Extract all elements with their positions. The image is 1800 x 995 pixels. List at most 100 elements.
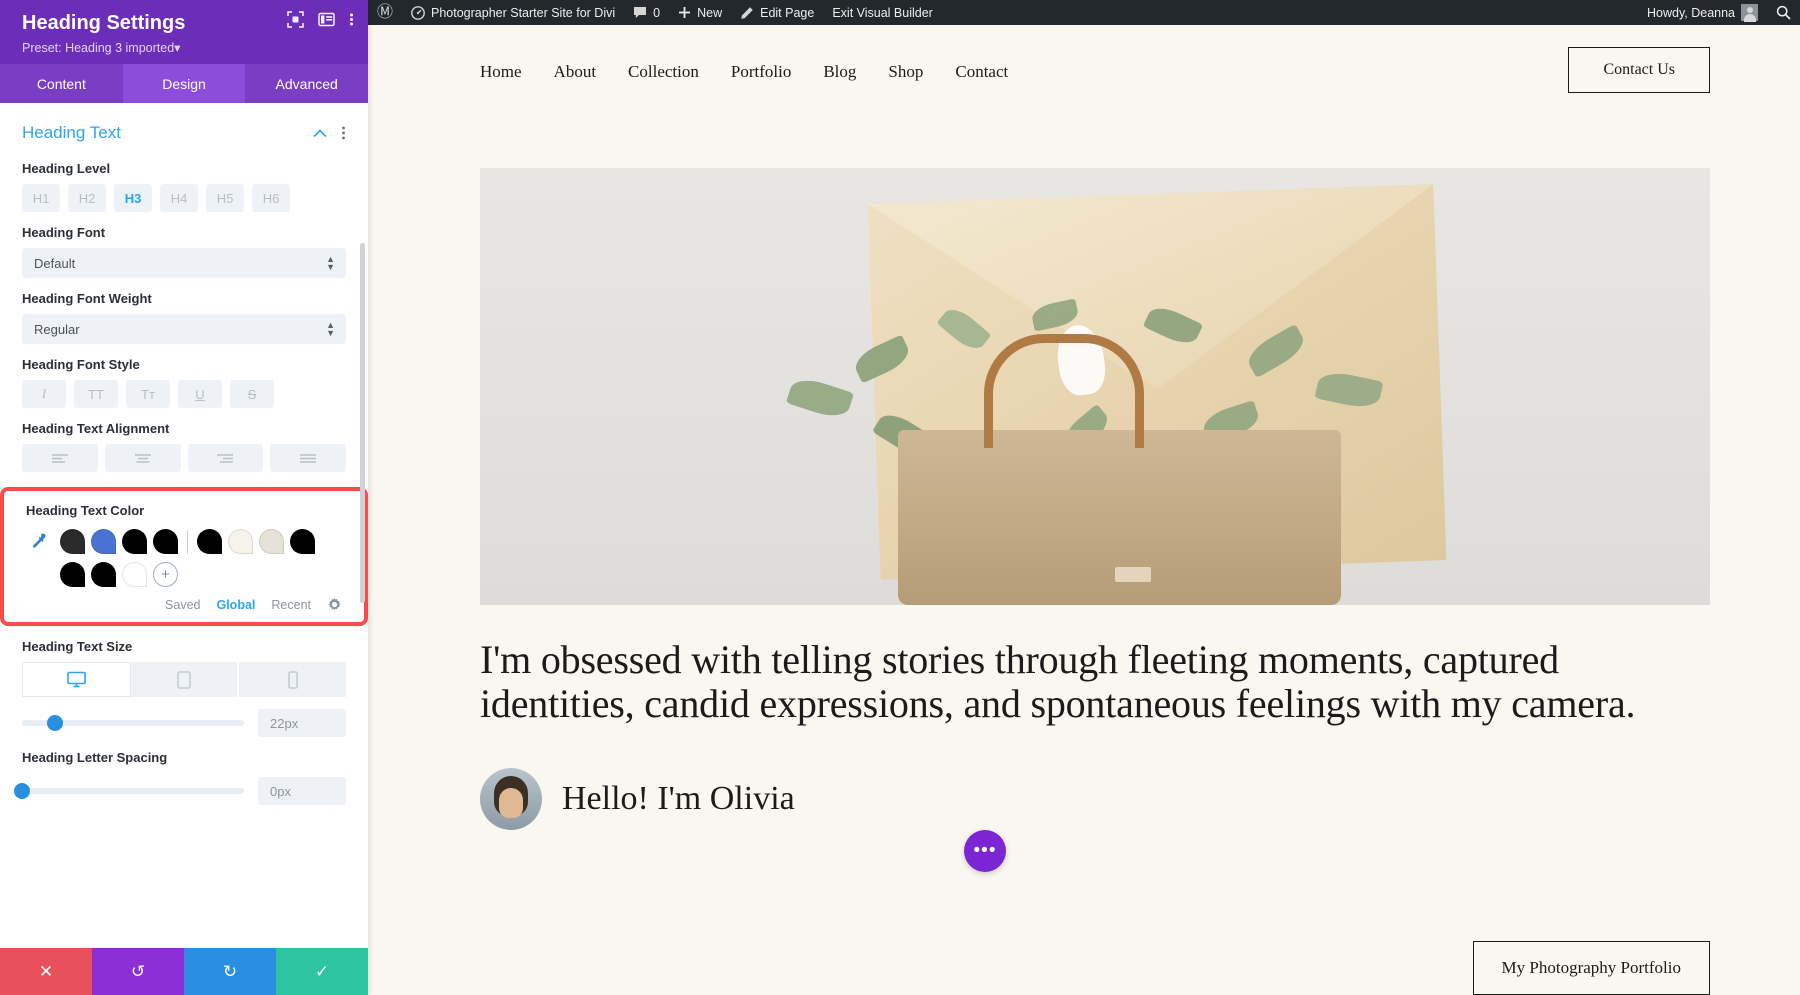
heading-letter-spacing-value[interactable]: 0px [258,777,346,805]
contact-us-button[interactable]: Contact Us [1568,47,1710,93]
hero-image[interactable] [480,168,1710,605]
heading-font-weight-select[interactable]: Regular ▲▼ [22,314,346,344]
panel-more-options-icon[interactable] [349,11,354,28]
panel-layout-icon[interactable] [318,11,335,28]
color-swatch-row-2: + [60,562,315,587]
font-style-smallcaps-button[interactable]: Tᴛ [126,380,170,408]
color-swatch-row-1 [60,529,315,554]
site-name-button[interactable]: Photographer Starter Site for Divi [402,0,624,25]
dashboard-icon [411,6,425,20]
panel-body: Heading Text Heading Level H1 H2 H3 H4 H… [0,103,368,948]
device-phone-button[interactable] [239,662,346,697]
align-right-button[interactable] [188,444,264,472]
author-name[interactable]: Hello! I'm Olivia [562,780,795,818]
color-swatch[interactable] [259,529,284,554]
howdy-label: Howdy, Deanna [1647,6,1735,20]
field-heading-font: Heading Font Default ▲▼ [22,212,346,278]
hero-heading-text[interactable]: I'm obsessed with telling stories throug… [480,638,1710,725]
color-swatch-selected[interactable] [91,529,116,554]
panel-tabs: Content Design Advanced [0,64,368,103]
eyedropper-icon[interactable] [26,529,50,552]
font-style-strikethrough-button[interactable]: S [230,380,274,408]
heading-level-h3[interactable]: H3 [114,184,152,212]
heading-level-h4[interactable]: H4 [160,184,198,212]
site-canvas: Home About Collection Portfolio Blog Sho… [368,25,1800,995]
color-tab-saved[interactable]: Saved [165,598,200,612]
heading-letter-spacing-slider-knob[interactable] [14,783,30,799]
heading-level-h2[interactable]: H2 [68,184,106,212]
heading-text-size-slider[interactable] [22,720,244,726]
nav-item-home[interactable]: Home [480,62,522,82]
cancel-button[interactable]: ✕ [0,948,92,995]
color-swatch[interactable] [60,529,85,554]
kebab-menu-icon[interactable] [341,125,346,141]
align-justify-button[interactable] [270,444,346,472]
heading-font-weight-value: Regular [34,322,80,337]
color-source-tabs: Saved Global Recent [26,597,342,612]
tab-design[interactable]: Design [123,64,246,103]
desktop-icon [67,671,86,688]
select-spinner-icon: ▲▼ [326,255,335,271]
tab-advanced[interactable]: Advanced [245,64,368,103]
color-tab-global[interactable]: Global [216,598,255,612]
nav-item-collection[interactable]: Collection [628,62,699,82]
heading-letter-spacing-slider[interactable] [22,788,244,794]
nav-item-contact[interactable]: Contact [955,62,1008,82]
heading-text-size-value[interactable]: 22px [258,709,346,737]
heading-level-h1[interactable]: H1 [22,184,60,212]
focus-module-icon[interactable] [287,11,304,28]
heading-text-size-slider-knob[interactable] [47,715,63,731]
heading-level-h6[interactable]: H6 [252,184,290,212]
color-swatch[interactable] [197,529,222,554]
portfolio-button[interactable]: My Photography Portfolio [1473,941,1710,995]
color-swatch[interactable] [122,529,147,554]
nav-item-about[interactable]: About [554,62,597,82]
wp-logo-button[interactable]: Ⓜ [368,0,402,25]
redo-button[interactable]: ↻ [184,948,276,995]
font-style-uppercase-button[interactable]: TT [74,380,118,408]
comments-button[interactable]: 0 [624,0,669,25]
device-tablet-button[interactable] [131,662,240,697]
exit-visual-builder-button[interactable]: Exit Visual Builder [823,0,942,25]
search-button[interactable] [1767,0,1800,25]
color-swatch[interactable] [91,562,116,587]
color-tab-recent[interactable]: Recent [271,598,311,612]
add-color-button[interactable]: + [153,562,178,587]
panel-scrollbar[interactable] [360,243,365,603]
color-swatch[interactable] [290,529,315,554]
tab-content[interactable]: Content [0,64,123,103]
save-button[interactable]: ✓ [276,948,368,995]
color-swatch[interactable] [153,529,178,554]
font-style-underline-button[interactable]: U [178,380,222,408]
undo-button[interactable]: ↺ [92,948,184,995]
color-swatch[interactable] [122,562,147,587]
device-desktop-button[interactable] [22,662,131,697]
chevron-up-icon[interactable] [313,129,327,138]
heading-level-h5[interactable]: H5 [206,184,244,212]
divi-menu-fab[interactable]: ••• [964,830,1006,872]
font-style-italic-button[interactable]: I [22,380,66,408]
field-heading-level: Heading Level H1 H2 H3 H4 H5 H6 [22,148,346,212]
nav-item-portfolio[interactable]: Portfolio [731,62,791,82]
color-swatch-rows: + [60,529,315,587]
nav-item-blog[interactable]: Blog [823,62,856,82]
nav-item-shop[interactable]: Shop [888,62,923,82]
color-swatch[interactable] [228,529,253,554]
heading-text-section-header[interactable]: Heading Text [22,103,346,148]
align-center-button[interactable] [105,444,181,472]
edit-page-button[interactable]: Edit Page [731,0,823,25]
panel-footer: ✕ ↺ ↻ ✓ [0,948,368,995]
section-title: Heading Text [22,123,299,143]
field-heading-font-style: Heading Font Style I TT Tᴛ U S [22,344,346,408]
heading-font-select[interactable]: Default ▲▼ [22,248,346,278]
account-menu[interactable]: Howdy, Deanna [1638,0,1767,25]
panel-preset-selector[interactable]: Preset: Heading 3 imported▾ [22,40,354,55]
user-avatar-icon [1741,4,1758,21]
gear-icon[interactable] [327,597,342,612]
color-swatch[interactable] [60,562,85,587]
new-content-button[interactable]: New [669,0,731,25]
field-heading-text-alignment: Heading Text Alignment [22,408,346,472]
align-left-button[interactable] [22,444,98,472]
edit-page-label: Edit Page [760,6,814,20]
heading-font-weight-label: Heading Font Weight [22,291,346,306]
